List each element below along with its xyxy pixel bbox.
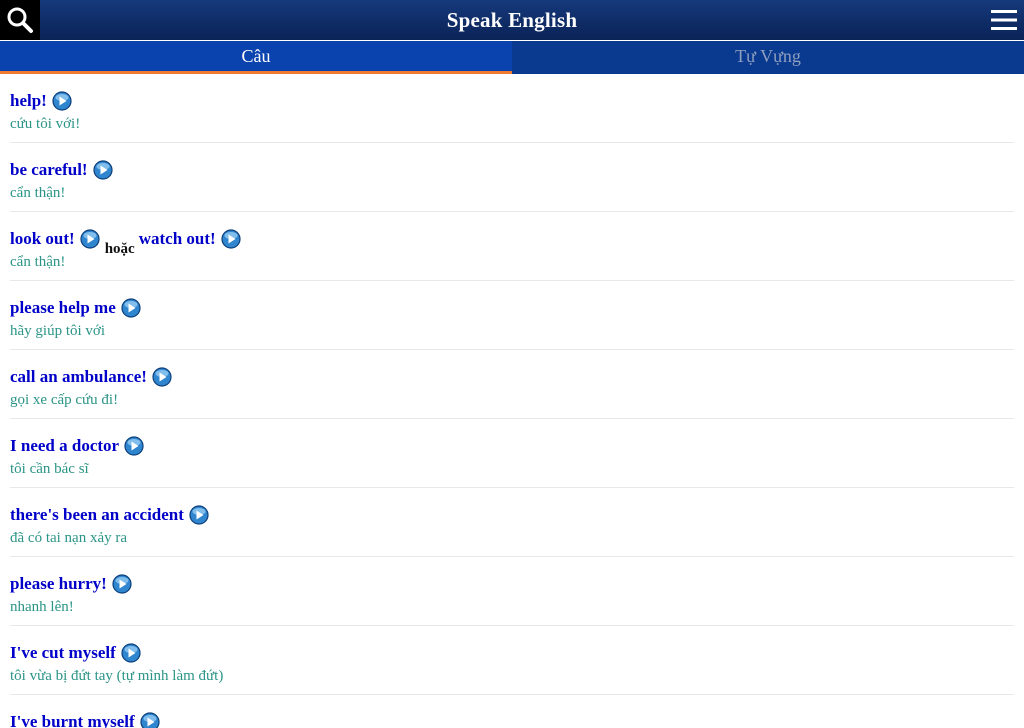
english-phrase: please help me <box>10 298 116 317</box>
or-separator: hoặc <box>104 241 135 257</box>
english-phrase: I need a doctor <box>10 436 120 455</box>
play-audio-icon[interactable] <box>189 505 209 525</box>
list-item: please help me hãy giúp tôi với <box>10 281 1014 350</box>
list-item: I've cut myself tôi vừa bị đứt tay (tự mì… <box>10 626 1014 695</box>
english-phrase: call an ambulance! <box>10 367 147 386</box>
english-phrase: help! <box>10 91 47 110</box>
english-phrase: be careful! <box>10 160 88 179</box>
english-phrase: there's been an accident <box>10 505 184 524</box>
phrase-row: there's been an accident <box>10 488 1014 526</box>
english-phrase-alt: watch out! <box>138 229 216 248</box>
play-audio-icon[interactable] <box>121 298 141 318</box>
app-header: Speak English <box>0 0 1024 40</box>
phrase-row: help! <box>10 74 1014 112</box>
play-audio-icon[interactable] <box>112 574 132 594</box>
english-phrase: look out! <box>10 229 75 248</box>
vietnamese-translation: cứu tôi với! <box>10 116 81 132</box>
phrase-row: please hurry! <box>10 557 1014 595</box>
phrase-row: be careful! <box>10 143 1014 181</box>
hamburger-menu-icon <box>991 10 1017 30</box>
play-audio-icon[interactable] <box>152 367 172 387</box>
play-audio-icon[interactable] <box>52 91 72 111</box>
play-audio-icon[interactable] <box>80 229 100 249</box>
english-phrase: I've burnt myself <box>10 712 135 728</box>
phrase-row: call an ambulance! <box>10 350 1014 388</box>
phrase-row: I need a doctor <box>10 419 1014 457</box>
play-audio-icon[interactable] <box>140 712 160 728</box>
english-phrase: please hurry! <box>10 574 107 593</box>
tab-bar: Câu Tự Vựng <box>0 41 1024 74</box>
list-item: call an ambulance! gọi xe cấp cứu đi! <box>10 350 1014 419</box>
vietnamese-translation: gọi xe cấp cứu đi! <box>10 392 119 408</box>
vietnamese-translation: cẩn thận! <box>10 185 66 201</box>
list-item: look out! hoặc watch out! cẩn thận! <box>10 212 1014 281</box>
menu-button[interactable] <box>984 0 1024 40</box>
phrase-row: look out! hoặc watch out! <box>10 212 1014 257</box>
phrase-row: please help me <box>10 281 1014 319</box>
play-audio-icon[interactable] <box>124 436 144 456</box>
vietnamese-translation: hãy giúp tôi với <box>10 323 106 339</box>
english-phrase: I've cut myself <box>10 643 116 662</box>
vietnamese-translation: cẩn thận! <box>10 254 66 270</box>
list-item: be careful! cẩn thận! <box>10 143 1014 212</box>
phrase-row: I've burnt myself <box>10 695 1014 728</box>
vietnamese-translation: đã có tai nạn xảy ra <box>10 530 128 546</box>
tab-vocabulary[interactable]: Tự Vựng <box>512 41 1024 74</box>
phrase-list: help! cứu tôi với! be careful! cẩn thận! loo… <box>0 74 1024 728</box>
vietnamese-translation: nhanh lên! <box>10 599 74 615</box>
play-audio-icon[interactable] <box>121 643 141 663</box>
vietnamese-translation: tôi vừa bị đứt tay (tự mình làm đứt) <box>10 668 224 684</box>
list-item: I need a doctor tôi cần bác sĩ <box>10 419 1014 488</box>
list-item: please hurry! nhanh lên! <box>10 557 1014 626</box>
page-title: Speak English <box>446 8 578 32</box>
tab-sentences[interactable]: Câu <box>0 41 512 74</box>
list-item: help! cứu tôi với! <box>10 74 1014 143</box>
vietnamese-translation: tôi cần bác sĩ <box>10 461 89 477</box>
play-audio-icon[interactable] <box>92 160 113 180</box>
play-audio-icon[interactable] <box>221 229 241 249</box>
list-item: there's been an accident đã có tai nạn xả… <box>10 488 1014 557</box>
list-item: I've burnt myselftôi vừa bị bỏng (tự mìn… <box>10 695 1014 728</box>
phrase-row: I've cut myself <box>10 626 1014 664</box>
